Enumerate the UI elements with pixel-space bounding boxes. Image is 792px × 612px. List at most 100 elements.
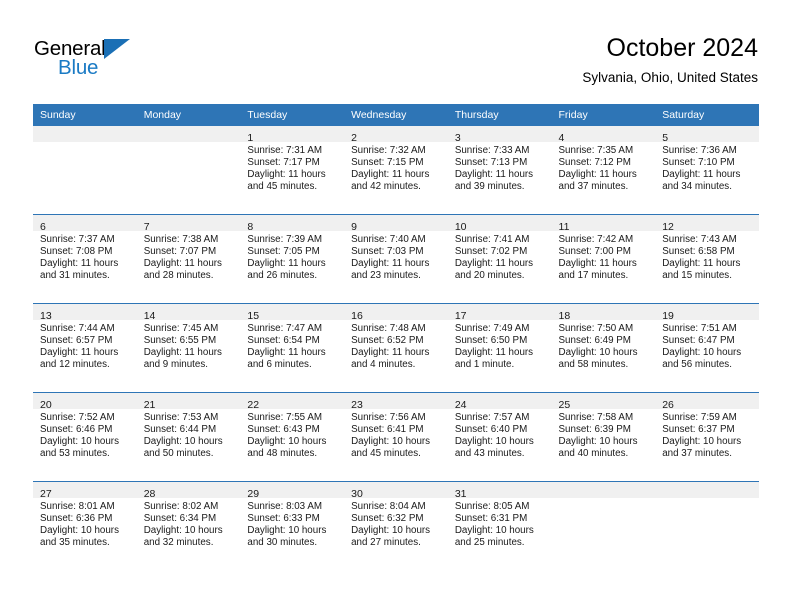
sunset-text: Sunset: 6:34 PM [143,513,217,525]
calendar-day-cell[interactable]: 24 Sunrise: 7:57 AM Sunset: 6:40 PM Dayligh… [447,392,552,482]
day-number: 20 [40,399,52,411]
sunrise-text: Sunrise: 8:02 AM [143,501,219,512]
day-number-band: 21 [136,393,241,411]
sunrise-text: Sunrise: 7:45 AM [143,323,219,334]
calendar-day-cell[interactable]: 14 Sunrise: 7:45 AM Sunset: 6:55 PM Dayligh… [136,303,241,393]
calendar-day-cell[interactable]: 20 Sunrise: 7:52 AM Sunset: 6:46 PM Dayligh… [33,392,137,482]
daylight-text: Daylight: 11 hours [40,258,119,270]
calendar-day-cell[interactable]: 15 Sunrise: 7:47 AM Sunset: 6:54 PM Dayligh… [240,303,345,393]
daylight-text: Daylight: 10 hours [143,436,223,448]
sunset-text: Sunset: 6:54 PM [247,335,320,347]
day-number-band [655,482,759,498]
day-number-band: 24 [447,393,552,411]
calendar-day-cell[interactable]: 2 Sunrise: 7:32 AM Sunset: 7:15 PM Daylight… [344,126,448,215]
day-number: 7 [143,221,150,233]
calendar-day-cell[interactable]: 9 Sunrise: 7:40 AM Sunset: 7:03 PM Daylight… [344,214,448,304]
day-cell-inner: 9 Sunrise: 7:40 AM Sunset: 7:03 PM Daylight… [344,215,448,303]
day-number: 28 [143,488,156,500]
sunset-text: Sunset: 6:49 PM [558,335,631,347]
calendar-day-cell[interactable]: 27 Sunrise: 8:01 AM Sunset: 6:36 PM Dayligh… [33,481,137,570]
day-number: 12 [662,221,674,233]
day-cell-inner: 16 Sunrise: 7:48 AM Sunset: 6:52 PM Dayligh… [344,304,448,392]
daylight-text: Daylight: 10 hours [558,436,638,448]
sunrise-text: Sunrise: 7:36 AM [662,145,737,156]
day-number: 13 [40,310,52,322]
day-number: 1 [247,132,254,144]
day-detail-lines: Sunrise: 7:40 AM Sunset: 7:03 PM Daylight:… [344,231,448,282]
sunset-text: Sunset: 6:41 PM [351,424,424,436]
day-detail-lines: Sunrise: 8:04 AM Sunset: 6:32 PM Daylight:… [344,498,448,549]
calendar-day-cell[interactable]: 31 Sunrise: 8:05 AM Sunset: 6:31 PM Dayligh… [447,481,552,570]
calendar-day-cell[interactable]: 5 Sunrise: 7:36 AM Sunset: 7:10 PM Daylight… [655,126,759,215]
day-detail-lines: Sunrise: 7:50 AM Sunset: 6:49 PM Daylight:… [552,320,656,371]
day-number-band: 17 [447,304,552,322]
calendar-day-cell[interactable]: 1 Sunrise: 7:31 AM Sunset: 7:17 PM Daylight… [240,126,345,215]
calendar-day-cell[interactable]: 17 Sunrise: 7:49 AM Sunset: 6:50 PM Dayligh… [447,303,552,393]
daylight-text: Daylight: 10 hours [247,525,327,537]
calendar-day-cell[interactable]: 21 Sunrise: 7:53 AM Sunset: 6:44 PM Dayligh… [136,392,241,482]
day-cell-inner: 7 Sunrise: 7:38 AM Sunset: 7:07 PM Daylight… [136,215,241,303]
calendar-day-cell[interactable]: 26 Sunrise: 7:59 AM Sunset: 6:37 PM Dayligh… [655,392,759,482]
calendar-day-cell[interactable]: 23 Sunrise: 7:56 AM Sunset: 6:41 PM Dayligh… [344,392,448,482]
sunrise-text: Sunrise: 7:43 AM [662,234,737,245]
day-cell-inner: 5 Sunrise: 7:36 AM Sunset: 7:10 PM Daylight… [655,126,759,214]
day-number-band: 10 [447,215,552,233]
calendar-day-cell[interactable]: 30 Sunrise: 8:04 AM Sunset: 6:32 PM Dayligh… [344,481,448,570]
calendar-day-cell[interactable]: 22 Sunrise: 7:55 AM Sunset: 6:43 PM Dayligh… [240,392,345,482]
daylight-text: Daylight: 11 hours [247,169,326,181]
calendar-day-cell[interactable]: 6 Sunrise: 7:37 AM Sunset: 7:08 PM Daylight… [33,214,137,304]
day-detail-lines [655,498,759,501]
calendar-day-cell[interactable]: 7 Sunrise: 7:38 AM Sunset: 7:07 PM Daylight… [136,214,241,304]
calendar-header-row: Sunday Monday Tuesday Wednesday Thursday… [33,104,759,126]
calendar-day-cell[interactable]: 11 Sunrise: 7:42 AM Sunset: 7:00 PM Dayligh… [551,214,656,304]
day-number: 15 [247,310,260,322]
day-detail-lines: Sunrise: 7:56 AM Sunset: 6:41 PM Daylight:… [344,409,448,460]
day-detail-lines: Sunrise: 8:02 AM Sunset: 6:34 PM Daylight:… [137,498,241,549]
calendar-day-cell[interactable]: 16 Sunrise: 7:48 AM Sunset: 6:52 PM Dayligh… [344,303,448,393]
calendar-day-cell[interactable]: 10 Sunrise: 7:41 AM Sunset: 7:02 PM Dayligh… [447,214,552,304]
day-number: 21 [143,399,156,411]
sunrise-text: Sunrise: 7:49 AM [454,323,530,334]
calendar-day-cell[interactable]: 3 Sunrise: 7:33 AM Sunset: 7:13 PM Daylight… [447,126,552,215]
sunset-text: Sunset: 7:03 PM [351,246,424,258]
day-number-band: 7 [136,215,241,233]
daylight-text: and 4 minutes. [351,359,416,371]
day-cell-inner: 6 Sunrise: 7:37 AM Sunset: 7:08 PM Daylight… [33,215,137,303]
day-cell-inner: 11 Sunrise: 7:42 AM Sunset: 7:00 PM Dayligh… [551,215,656,303]
day-cell-inner: 19 Sunrise: 7:51 AM Sunset: 6:47 PM Dayligh… [655,304,759,392]
day-cell-inner: 1 Sunrise: 7:31 AM Sunset: 7:17 PM Daylight… [240,126,345,214]
day-number-band: 31 [447,482,552,500]
day-number-band: 19 [655,304,759,322]
sunrise-text: Sunrise: 7:59 AM [662,412,737,423]
day-cell-inner: 28 Sunrise: 8:02 AM Sunset: 6:34 PM Dayligh… [136,482,241,570]
day-detail-lines: Sunrise: 7:53 AM Sunset: 6:44 PM Daylight:… [137,409,241,460]
calendar-day-cell[interactable]: 25 Sunrise: 7:58 AM Sunset: 6:39 PM Dayligh… [551,392,656,482]
daylight-text: Daylight: 11 hours [662,258,741,270]
calendar-day-cell[interactable]: 19 Sunrise: 7:51 AM Sunset: 6:47 PM Dayligh… [655,303,759,393]
sunset-text: Sunset: 7:17 PM [247,157,320,169]
day-number: 18 [558,310,571,322]
daylight-text: and 12 minutes. [40,359,110,371]
day-number-band: 18 [551,304,656,322]
day-number-band [33,126,137,142]
sunset-text: Sunset: 6:43 PM [247,424,320,436]
page-header: General Blue October 2024 Sylvania, Ohio… [0,0,792,100]
sunrise-text: Sunrise: 7:33 AM [454,145,530,156]
calendar-day-cell[interactable]: 18 Sunrise: 7:50 AM Sunset: 6:49 PM Dayligh… [551,303,656,393]
sunrise-text: Sunrise: 7:44 AM [40,323,115,334]
daylight-text: Daylight: 11 hours [143,258,222,270]
weekday-header-monday: Monday [136,104,241,126]
sunrise-text: Sunrise: 7:39 AM [247,234,323,245]
calendar-day-cell[interactable]: 12 Sunrise: 7:43 AM Sunset: 6:58 PM Dayligh… [655,214,759,304]
calendar-day-cell[interactable]: 8 Sunrise: 7:39 AM Sunset: 7:05 PM Daylight… [240,214,345,304]
calendar-day-cell[interactable]: 4 Sunrise: 7:35 AM Sunset: 7:12 PM Daylight… [551,126,656,215]
day-cell-inner: 3 Sunrise: 7:33 AM Sunset: 7:13 PM Daylight… [447,126,552,214]
sunset-text: Sunset: 6:44 PM [143,424,217,436]
calendar-day-cell[interactable]: 13 Sunrise: 7:44 AM Sunset: 6:57 PM Dayligh… [33,303,137,393]
calendar-day-cell[interactable]: 28 Sunrise: 8:02 AM Sunset: 6:34 PM Dayligh… [136,481,241,570]
day-detail-lines: Sunrise: 7:43 AM Sunset: 6:58 PM Daylight:… [655,231,759,282]
day-number: 26 [662,399,674,411]
day-detail-lines: Sunrise: 7:45 AM Sunset: 6:55 PM Daylight:… [137,320,241,371]
daylight-text: and 23 minutes. [351,270,421,282]
calendar-day-cell[interactable]: 29 Sunrise: 8:03 AM Sunset: 6:33 PM Dayligh… [240,481,345,570]
